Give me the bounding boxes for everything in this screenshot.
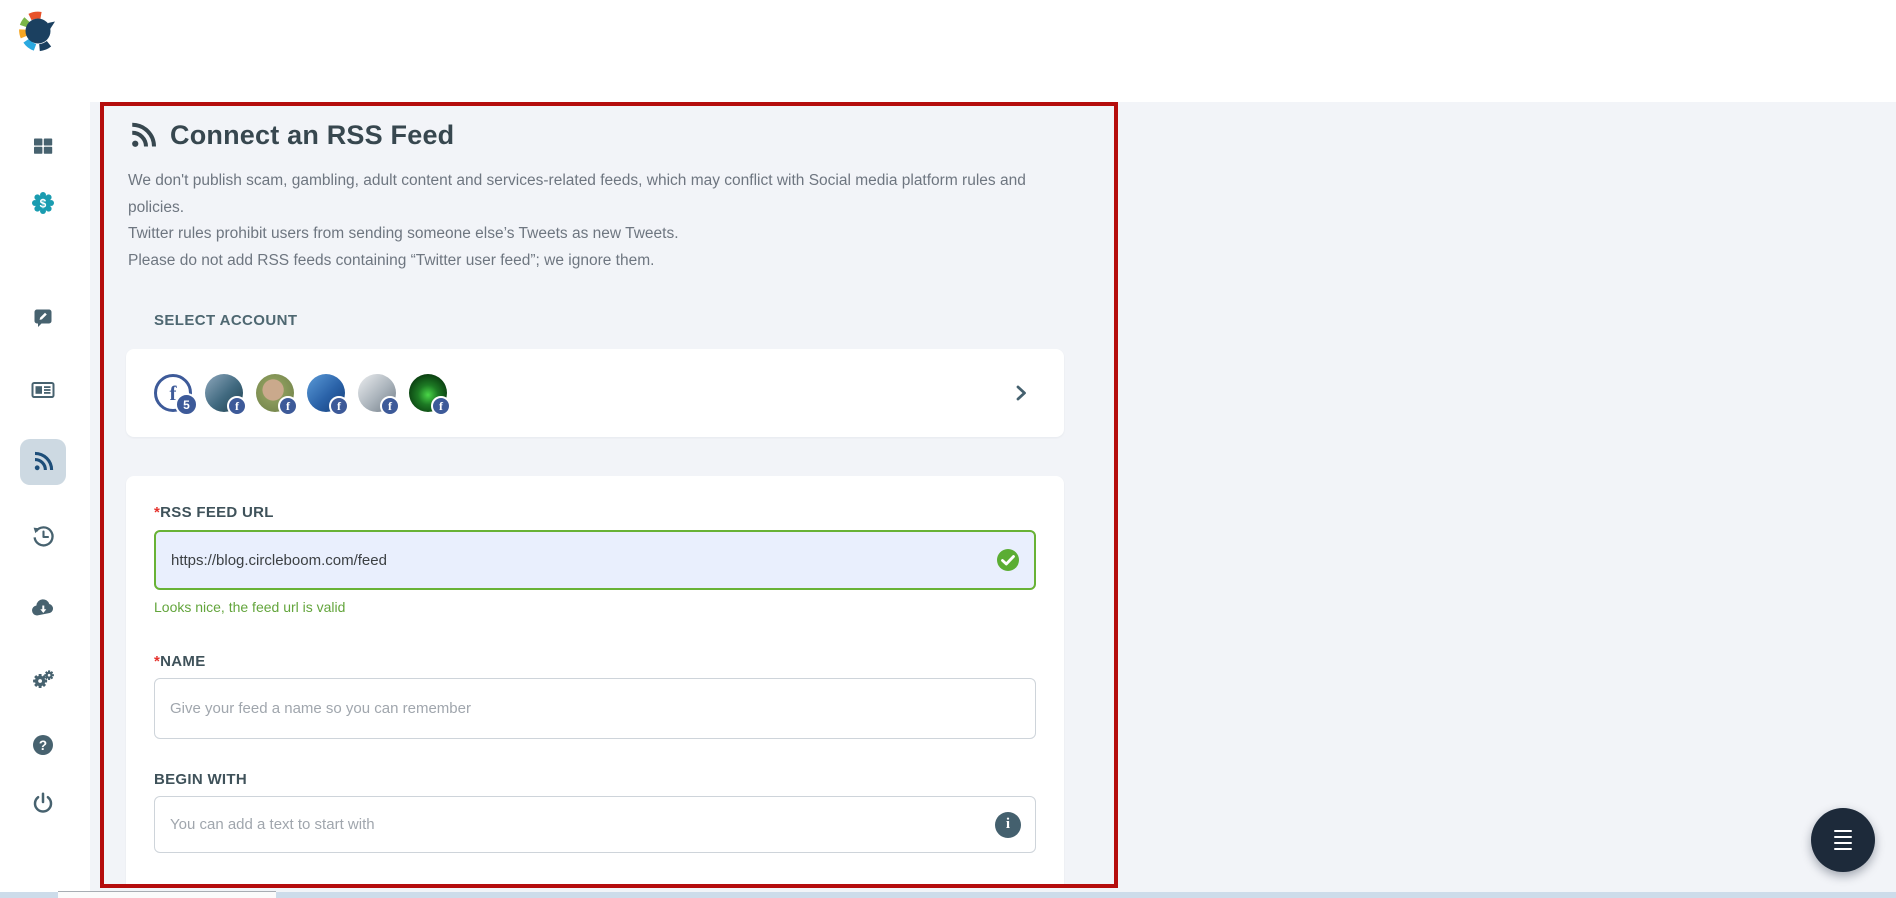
sidebar-item-compose[interactable] — [20, 295, 66, 341]
name-label: *NAME — [154, 653, 206, 670]
select-account-label: SELECT ACCOUNT — [154, 312, 298, 329]
sidebar-item-help[interactable]: ? — [20, 722, 66, 768]
svg-text:?: ? — [39, 738, 47, 753]
circleboom-logo[interactable] — [16, 10, 60, 54]
sidebar-item-dashboard[interactable] — [20, 123, 66, 169]
facebook-badge-icon — [278, 396, 298, 416]
feed-url-valid-message: Looks nice, the feed url is valid — [154, 599, 346, 615]
newspaper-icon — [31, 382, 55, 398]
accounts-scroll-right-button[interactable] — [1006, 378, 1036, 408]
rss-feed-form-card: *RSS FEED URL Looks nice, the feed url i… — [126, 476, 1064, 884]
top-bar — [0, 0, 1896, 102]
power-icon — [33, 792, 53, 813]
dashboard-grid-icon — [34, 138, 53, 154]
bottom-window-edge — [0, 892, 1896, 898]
description-line: We don't publish scam, gambling, adult c… — [128, 172, 1026, 216]
facebook-all-accounts-avatar[interactable]: 5 — [154, 374, 198, 416]
facebook-account-avatar[interactable] — [358, 374, 400, 416]
begin-with-label: BEGIN WITH — [154, 771, 247, 788]
begin-with-input-wrap — [154, 796, 1036, 853]
page-title: Connect an RSS Feed — [170, 120, 455, 150]
rss-icon — [34, 451, 54, 471]
description-line: Please do not add RSS feeds containing “… — [128, 251, 655, 269]
rss-feed-url-input[interactable] — [154, 530, 1036, 590]
sidebar-item-history[interactable] — [20, 513, 66, 559]
facebook-account-avatar[interactable] — [256, 374, 298, 416]
facebook-badge-icon — [431, 396, 451, 416]
facebook-account-avatar[interactable] — [307, 374, 349, 416]
menu-list-icon — [1834, 829, 1852, 833]
cloud-download-icon — [31, 599, 53, 616]
sidebar-item-news-feed[interactable] — [20, 367, 66, 413]
highlight-region: Connect an RSS Feed We don't publish sca… — [100, 102, 1118, 888]
rss-feed-url-label: *RSS FEED URL — [154, 504, 274, 521]
valid-check-icon — [997, 549, 1019, 571]
facebook-badge-icon — [380, 396, 400, 416]
sidebar-item-logout[interactable] — [20, 780, 66, 826]
svg-text:$: $ — [40, 196, 47, 210]
facebook-badge-icon — [329, 396, 349, 416]
bottom-window-edge-segment — [58, 891, 276, 898]
page-description: We don't publish scam, gambling, adult c… — [128, 168, 1033, 274]
feed-name-input[interactable] — [154, 678, 1036, 739]
sidebar-item-export[interactable] — [20, 585, 66, 631]
chevron-right-icon — [1016, 385, 1026, 401]
history-icon — [32, 525, 54, 546]
sidebar-item-pricing[interactable]: $ — [20, 180, 66, 226]
rss-feed-url-input-wrap — [154, 530, 1036, 590]
info-icon[interactable] — [995, 811, 1021, 838]
description-line: Twitter rules prohibit users from sendin… — [128, 225, 679, 242]
dollar-badge-icon: $ — [32, 192, 54, 214]
page-header: Connect an RSS Feed — [128, 120, 454, 151]
compose-bubble-icon — [34, 309, 52, 327]
help-icon: ? — [33, 735, 53, 755]
sidebar-item-rss-feed[interactable] — [20, 439, 66, 485]
circleboom-logo-icon — [19, 11, 55, 52]
facebook-badge-icon — [227, 396, 247, 416]
rss-title-icon — [132, 122, 156, 147]
facebook-account-avatar[interactable] — [409, 374, 451, 416]
sidebar-item-settings[interactable] — [20, 657, 66, 703]
name-input-wrap — [154, 678, 1036, 739]
account-avatar-list: 5 — [154, 374, 451, 416]
account-count-badge: 5 — [175, 393, 198, 416]
settings-gears-icon — [33, 670, 54, 688]
facebook-account-avatar[interactable] — [205, 374, 247, 416]
account-selector-card: 5 — [126, 349, 1064, 437]
begin-with-input[interactable] — [154, 796, 1036, 853]
sidebar: $ ? — [0, 0, 90, 898]
floating-menu-button[interactable] — [1811, 808, 1875, 872]
